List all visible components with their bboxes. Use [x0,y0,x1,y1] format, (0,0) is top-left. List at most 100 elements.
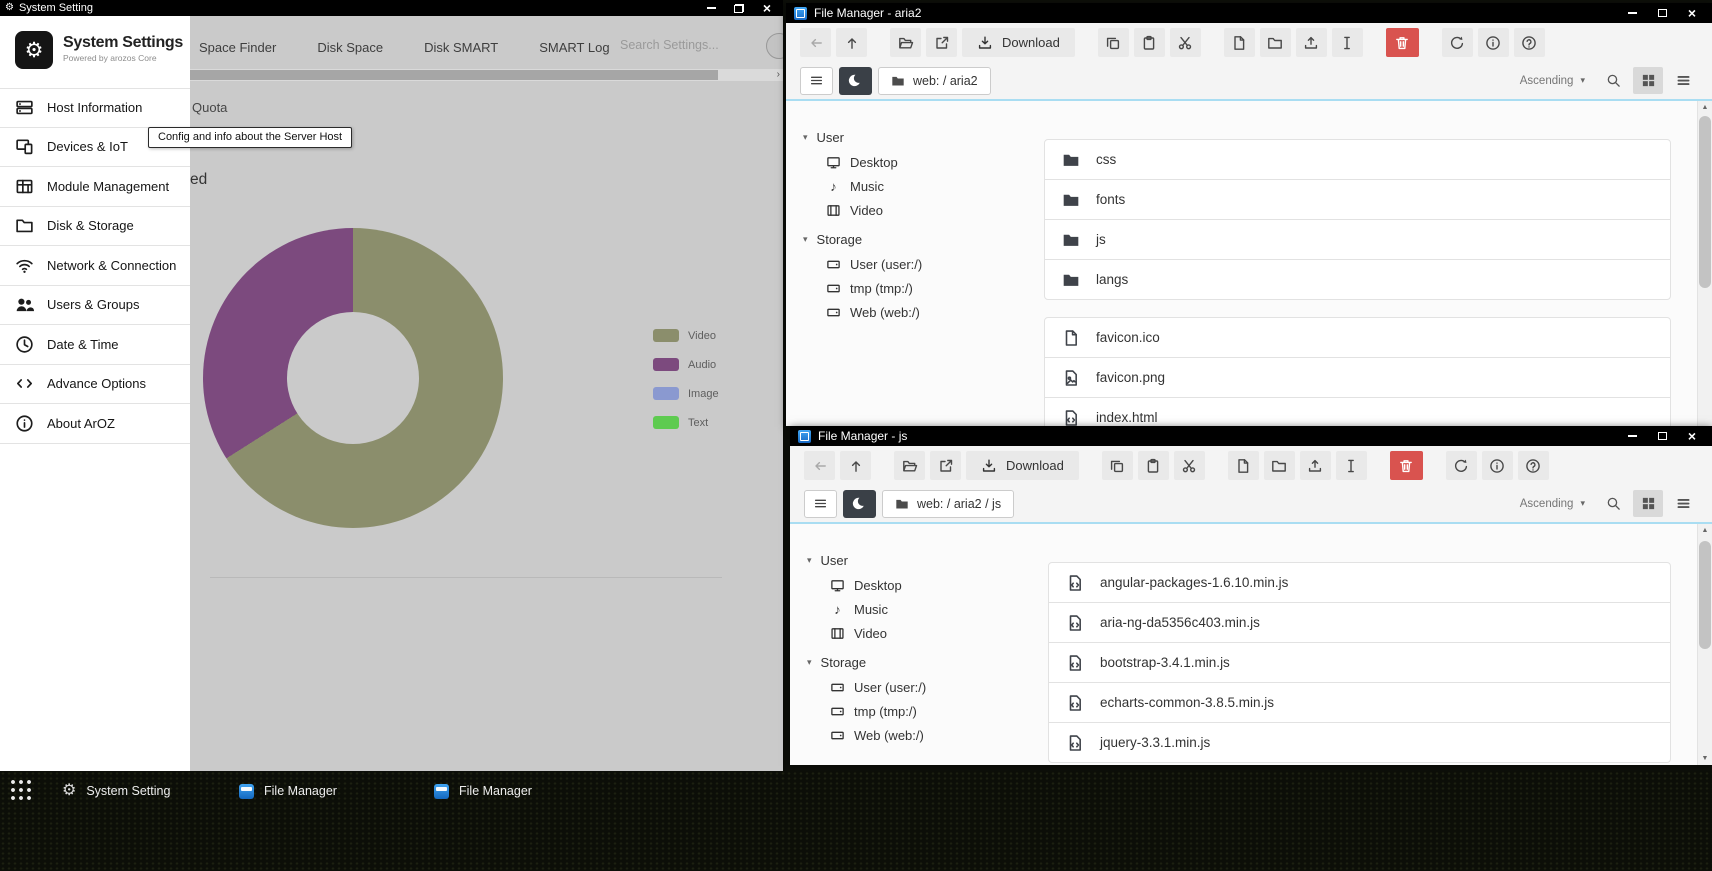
app-grid-icon[interactable] [9,778,32,801]
open-in-new-button[interactable] [926,28,957,57]
refresh-button[interactable] [1446,451,1477,480]
tree-item-video[interactable]: Video [830,621,1042,645]
tab-disk-space[interactable]: Disk Space [317,40,383,55]
back-button[interactable] [804,451,835,480]
tab-smart-log[interactable]: SMART Log [539,40,609,55]
close-button[interactable]: × [1680,6,1704,21]
open-in-new-button[interactable] [930,451,961,480]
cut-button[interactable] [1170,28,1201,57]
dark-mode-toggle[interactable] [843,490,876,518]
scrollbar[interactable]: ▲ [1697,101,1712,426]
new-folder-button[interactable] [1260,28,1291,57]
sort-order-dropdown[interactable]: Ascending▾ [1520,75,1585,87]
scrollbar-thumb[interactable] [1699,541,1711,649]
minimize-button[interactable] [1620,6,1644,21]
new-file-button[interactable] [1224,28,1255,57]
scroll-up-arrow-icon[interactable]: ▲ [1698,527,1712,534]
sidebar-item-network-connection[interactable]: Network & Connection [0,246,190,286]
minimize-button[interactable] [700,2,722,14]
list-view-button[interactable] [1668,67,1698,94]
up-button[interactable] [836,28,867,57]
folder-row[interactable]: langs [1044,259,1671,300]
tree-section-storage[interactable]: ▾Storage [803,227,1038,252]
sidebar-item-module-management[interactable]: Module Management [0,167,190,207]
sidebar-item-disk-storage[interactable]: Disk & Storage [0,207,190,247]
up-button[interactable] [840,451,871,480]
copy-button[interactable] [1098,28,1129,57]
folder-row[interactable]: fonts [1044,179,1671,220]
sidebar-item-about-aroz[interactable]: About ArOZ [0,404,190,444]
new-file-button[interactable] [1228,451,1259,480]
open-button[interactable] [894,451,925,480]
new-folder-button[interactable] [1264,451,1295,480]
file-row[interactable]: favicon.png [1044,357,1671,398]
tree-item-desktop[interactable]: Desktop [830,573,1042,597]
scrollbar-thumb[interactable] [1699,116,1711,288]
open-button[interactable] [890,28,921,57]
taskbar-item-file-manager-2[interactable]: File Manager [434,779,532,803]
tree-item-music[interactable]: ♪Music [830,597,1042,621]
tree-item-desktop[interactable]: Desktop [826,150,1038,174]
properties-button[interactable] [1478,28,1509,57]
file-row[interactable]: bootstrap-3.4.1.min.js [1048,642,1671,683]
tree-section-user[interactable]: ▾User [807,548,1042,573]
sidebar-item-host-information[interactable]: Host Information [0,88,190,128]
maximize-button[interactable] [1650,6,1674,21]
scrollbar-thumb[interactable] [190,70,718,80]
tree-item-web-drive[interactable]: Web (web:/) [826,300,1038,324]
search-button[interactable] [1598,490,1628,517]
close-button[interactable]: × [756,2,778,14]
tree-section-user[interactable]: ▾User [803,125,1038,150]
folder-row[interactable]: css [1044,139,1671,180]
tree-item-music[interactable]: ♪Music [826,174,1038,198]
sidebar-item-advance-options[interactable]: Advance Options [0,365,190,405]
properties-button[interactable] [1482,451,1513,480]
scrollbar[interactable]: ▲ ▼ [1697,524,1712,765]
file-row[interactable]: aria-ng-da5356c403.min.js [1048,602,1671,643]
tree-item-tmp-drive[interactable]: tmp (tmp:/) [826,276,1038,300]
delete-button[interactable] [1390,451,1423,480]
paste-button[interactable] [1138,451,1169,480]
grid-view-button[interactable] [1633,67,1663,94]
tab-disk-smart[interactable]: Disk SMART [424,40,498,55]
scroll-up-arrow-icon[interactable]: ▲ [1698,104,1712,111]
refresh-button[interactable] [1442,28,1473,57]
tree-item-web-drive[interactable]: Web (web:/) [830,723,1042,747]
rename-button[interactable] [1336,451,1367,480]
maximize-button[interactable] [1650,429,1674,444]
titlebar[interactable]: File Manager - js × [790,426,1712,446]
help-circle-button[interactable] [766,33,783,59]
copy-button[interactable] [1102,451,1133,480]
paste-button[interactable] [1134,28,1165,57]
scroll-down-arrow-icon[interactable]: ▼ [1698,755,1712,762]
tree-item-user-drive[interactable]: User (user:/) [830,675,1042,699]
list-view-button[interactable] [1668,490,1698,517]
menu-button[interactable] [800,67,833,95]
cut-button[interactable] [1174,451,1205,480]
grid-view-button[interactable] [1633,490,1663,517]
tree-item-user-drive[interactable]: User (user:/) [826,252,1038,276]
upload-button[interactable] [1296,28,1327,57]
file-row[interactable]: favicon.ico [1044,317,1671,358]
menu-button[interactable] [804,490,837,518]
delete-button[interactable] [1386,28,1419,57]
tab-space-finder[interactable]: Space Finder [199,40,276,55]
download-button[interactable]: Download [966,451,1079,480]
file-row[interactable]: index.html [1044,397,1671,426]
back-button[interactable] [800,28,831,57]
minimize-button[interactable] [1620,429,1644,444]
titlebar[interactable]: File Manager - aria2 × [786,3,1712,23]
download-button[interactable]: Download [962,28,1075,57]
file-row[interactable]: angular-packages-1.6.10.min.js [1048,562,1671,603]
restore-button[interactable] [728,2,750,14]
tabs-horizontal-scrollbar[interactable]: › [190,69,783,81]
search-button[interactable] [1598,67,1628,94]
taskbar-item-system-setting[interactable]: ⚙System Setting [62,779,170,803]
rename-button[interactable] [1332,28,1363,57]
help-button[interactable] [1518,451,1549,480]
dark-mode-toggle[interactable] [839,67,872,95]
sidebar-item-users-groups[interactable]: Users & Groups [0,286,190,326]
file-row[interactable]: jquery-3.3.1.min.js [1048,722,1671,763]
settings-search-input[interactable] [620,38,770,52]
close-button[interactable]: × [1680,429,1704,444]
